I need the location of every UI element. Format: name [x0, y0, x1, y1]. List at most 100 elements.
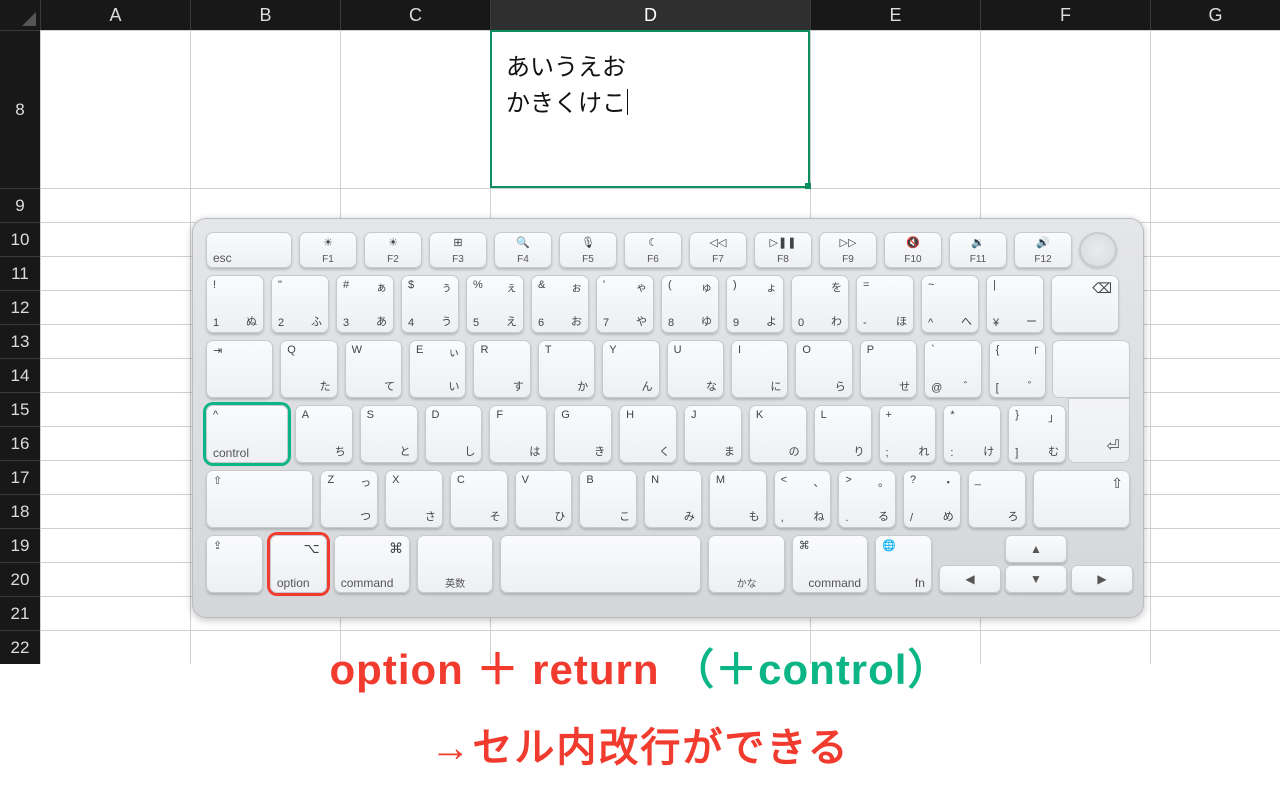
cell[interactable]: [40, 256, 190, 290]
col-header-C[interactable]: C: [340, 0, 490, 30]
row-header-10[interactable]: 10: [0, 222, 40, 256]
command-left-key[interactable]: ⌘command: [334, 535, 410, 593]
a-key-4[interactable]: Gき: [554, 405, 612, 463]
z-key-7[interactable]: <、,ね: [774, 470, 832, 528]
q-key-5[interactable]: Yん: [602, 340, 659, 398]
z-key-0[interactable]: Zっつ: [320, 470, 378, 528]
shift-left-key[interactable]: ⇧: [206, 470, 313, 528]
arrow-down-key[interactable]: ▼: [1005, 565, 1067, 593]
f1-key[interactable]: ☀F1: [299, 232, 357, 268]
a-key-5[interactable]: Hく: [619, 405, 677, 463]
cell[interactable]: [1150, 290, 1280, 324]
row-header-18[interactable]: 18: [0, 494, 40, 528]
row-header-20[interactable]: 20: [0, 562, 40, 596]
col-header-B[interactable]: B: [190, 0, 340, 30]
cell[interactable]: [1150, 460, 1280, 494]
cell[interactable]: [810, 30, 980, 188]
q-key-11[interactable]: {「[゜: [989, 340, 1046, 398]
cell[interactable]: [1150, 528, 1280, 562]
num-key-11[interactable]: ~^へ: [921, 275, 979, 333]
return-key[interactable]: ⏎: [1053, 340, 1130, 398]
shift-right-key[interactable]: ⇧: [1033, 470, 1131, 528]
a-key-10[interactable]: *:け: [943, 405, 1001, 463]
f5-key[interactable]: 🎙F5: [559, 232, 617, 268]
touch-id[interactable]: [1079, 232, 1117, 268]
a-key-1[interactable]: Sと: [360, 405, 418, 463]
cell[interactable]: [40, 460, 190, 494]
num-key-3[interactable]: $ぅ4う: [401, 275, 459, 333]
cell[interactable]: [810, 188, 980, 222]
cell[interactable]: [40, 562, 190, 596]
row-header-11[interactable]: 11: [0, 256, 40, 290]
q-key-1[interactable]: Wて: [345, 340, 402, 398]
cell[interactable]: [340, 30, 490, 188]
a-key-7[interactable]: Kの: [749, 405, 807, 463]
q-key-9[interactable]: Pせ: [860, 340, 917, 398]
cell[interactable]: [980, 30, 1150, 188]
a-key-3[interactable]: Fは: [489, 405, 547, 463]
col-header-G[interactable]: G: [1150, 0, 1280, 30]
select-all-corner[interactable]: [0, 0, 40, 30]
arrow-right-key[interactable]: ▶: [1071, 565, 1133, 593]
cell[interactable]: [1150, 188, 1280, 222]
a-key-9[interactable]: +;れ: [879, 405, 937, 463]
cell[interactable]: [40, 528, 190, 562]
cell[interactable]: [190, 188, 340, 222]
q-key-6[interactable]: Uな: [667, 340, 724, 398]
a-key-2[interactable]: Dし: [425, 405, 483, 463]
f6-key[interactable]: ☾F6: [624, 232, 682, 268]
num-key-0[interactable]: !1ぬ: [206, 275, 264, 333]
z-key-3[interactable]: Vひ: [515, 470, 573, 528]
row-header-21[interactable]: 21: [0, 596, 40, 630]
cell[interactable]: [1150, 324, 1280, 358]
control-key[interactable]: ^control: [206, 405, 288, 463]
z-key-9[interactable]: ?・/め: [903, 470, 961, 528]
cell[interactable]: [40, 392, 190, 426]
caps-key[interactable]: ⇪: [206, 535, 263, 593]
num-key-5[interactable]: &ぉ6お: [531, 275, 589, 333]
num-key-2[interactable]: #ぁ3あ: [336, 275, 394, 333]
cell[interactable]: [1150, 30, 1280, 188]
row-header-15[interactable]: 15: [0, 392, 40, 426]
q-key-2[interactable]: Eぃい: [409, 340, 466, 398]
cell[interactable]: [980, 188, 1150, 222]
z-key-5[interactable]: Nみ: [644, 470, 702, 528]
option-left-key[interactable]: ⌥option: [270, 535, 327, 593]
cell[interactable]: [40, 324, 190, 358]
num-key-6[interactable]: 'ゃ7や: [596, 275, 654, 333]
cell[interactable]: [40, 30, 190, 188]
cell[interactable]: [40, 494, 190, 528]
q-key-8[interactable]: Oら: [795, 340, 852, 398]
f7-key[interactable]: ◁◁F7: [689, 232, 747, 268]
f3-key[interactable]: ⊞F3: [429, 232, 487, 268]
cell[interactable]: [340, 188, 490, 222]
cell[interactable]: [1150, 392, 1280, 426]
editing-cell-D8[interactable]: あいうえお かきくけこ: [490, 30, 810, 188]
cell[interactable]: [40, 222, 190, 256]
q-key-4[interactable]: Tか: [538, 340, 595, 398]
a-key-0[interactable]: Aち: [295, 405, 353, 463]
num-key-10[interactable]: =-ほ: [856, 275, 914, 333]
q-key-0[interactable]: Qた: [280, 340, 337, 398]
z-key-10[interactable]: _ろ: [968, 470, 1026, 528]
cell[interactable]: [1150, 222, 1280, 256]
f12-key[interactable]: 🔊F12: [1014, 232, 1072, 268]
a-key-11[interactable]: }」]む: [1008, 405, 1066, 463]
kana-key[interactable]: かな: [708, 535, 784, 593]
col-header-F[interactable]: F: [980, 0, 1150, 30]
num-key-9[interactable]: を0わ: [791, 275, 849, 333]
cell[interactable]: [40, 596, 190, 630]
f8-key[interactable]: ▷❚❚F8: [754, 232, 812, 268]
cell[interactable]: [40, 426, 190, 460]
space-key[interactable]: [500, 535, 701, 593]
arrow-left-key[interactable]: ◀: [939, 565, 1001, 593]
z-key-1[interactable]: Xさ: [385, 470, 443, 528]
cell[interactable]: [1150, 562, 1280, 596]
fill-handle[interactable]: [805, 183, 811, 189]
fn-key[interactable]: 🌐fn: [875, 535, 932, 593]
row-header-8[interactable]: 8: [0, 30, 40, 188]
num-key-7[interactable]: (ゅ8ゆ: [661, 275, 719, 333]
a-key-8[interactable]: Lり: [814, 405, 872, 463]
row-header-17[interactable]: 17: [0, 460, 40, 494]
cell[interactable]: [190, 30, 340, 188]
